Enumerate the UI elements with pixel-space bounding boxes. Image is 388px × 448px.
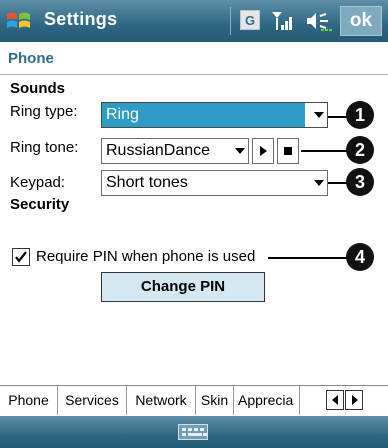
require-pin-label: Require PIN when phone is used bbox=[36, 248, 256, 265]
chevron-down-icon bbox=[314, 112, 324, 118]
ring-type-label: Ring type: bbox=[10, 103, 78, 120]
keypad-label: Keypad: bbox=[10, 174, 66, 191]
callout-leader-2 bbox=[301, 150, 348, 152]
window-title: Settings bbox=[44, 9, 118, 29]
play-icon bbox=[260, 146, 267, 156]
input-method-icon[interactable]: G bbox=[240, 10, 260, 30]
windows-start-icon[interactable] bbox=[4, 6, 34, 36]
security-section-label: Security bbox=[10, 196, 70, 213]
callout-number-4: 4 bbox=[346, 243, 374, 271]
callout-leader-1 bbox=[328, 116, 348, 118]
tab-network[interactable]: Network bbox=[127, 386, 196, 415]
titlebar-divider bbox=[230, 7, 231, 35]
callout-leader-3 bbox=[328, 182, 348, 184]
heading-divider bbox=[0, 74, 388, 75]
sounds-section-label: Sounds bbox=[10, 80, 65, 97]
callout-leader-4 bbox=[268, 257, 348, 259]
title-bar: Settings G ok bbox=[0, 0, 388, 42]
tab-scroll-left-button[interactable] bbox=[326, 390, 344, 410]
tab-appreciation[interactable]: Apprecia bbox=[234, 386, 300, 415]
ring-tone-value: RussianDance bbox=[106, 142, 211, 159]
tab-skin[interactable]: Skin bbox=[196, 386, 234, 415]
stop-ringtone-button[interactable] bbox=[277, 138, 299, 164]
change-pin-button[interactable]: Change PIN bbox=[101, 272, 265, 302]
arrow-right-icon bbox=[352, 395, 358, 405]
arrow-left-icon bbox=[332, 395, 338, 405]
keyboard-icon[interactable] bbox=[178, 424, 208, 440]
callout-number-1: 1 bbox=[346, 101, 374, 129]
ring-tone-dropdown[interactable]: RussianDance bbox=[101, 138, 249, 164]
ok-button[interactable]: ok bbox=[340, 6, 382, 36]
play-ringtone-button[interactable] bbox=[252, 138, 274, 164]
tab-services[interactable]: Services bbox=[58, 386, 127, 415]
keypad-dropdown[interactable]: Short tones bbox=[101, 170, 328, 196]
chevron-down-icon bbox=[314, 180, 324, 186]
callout-number-2: 2 bbox=[346, 136, 374, 164]
settings-tab-bar: Phone Services Network Skin Apprecia bbox=[0, 385, 388, 415]
page-title: Phone bbox=[8, 50, 54, 67]
chevron-down-icon bbox=[235, 148, 245, 154]
tab-scroll-right-button[interactable] bbox=[345, 390, 363, 410]
callout-number-3: 3 bbox=[346, 168, 374, 196]
ring-tone-label: Ring tone: bbox=[10, 139, 79, 156]
signal-strength-icon[interactable] bbox=[270, 9, 296, 33]
keypad-value: Short tones bbox=[106, 174, 188, 191]
menu-bar bbox=[0, 416, 388, 448]
stop-icon bbox=[284, 147, 292, 155]
checkmark-icon bbox=[15, 251, 27, 263]
ring-type-dropdown[interactable]: Ring bbox=[101, 102, 328, 128]
volume-icon[interactable] bbox=[304, 9, 334, 33]
ring-type-value: Ring bbox=[106, 106, 139, 123]
require-pin-checkbox[interactable] bbox=[12, 248, 30, 266]
tab-phone[interactable]: Phone bbox=[0, 386, 58, 415]
